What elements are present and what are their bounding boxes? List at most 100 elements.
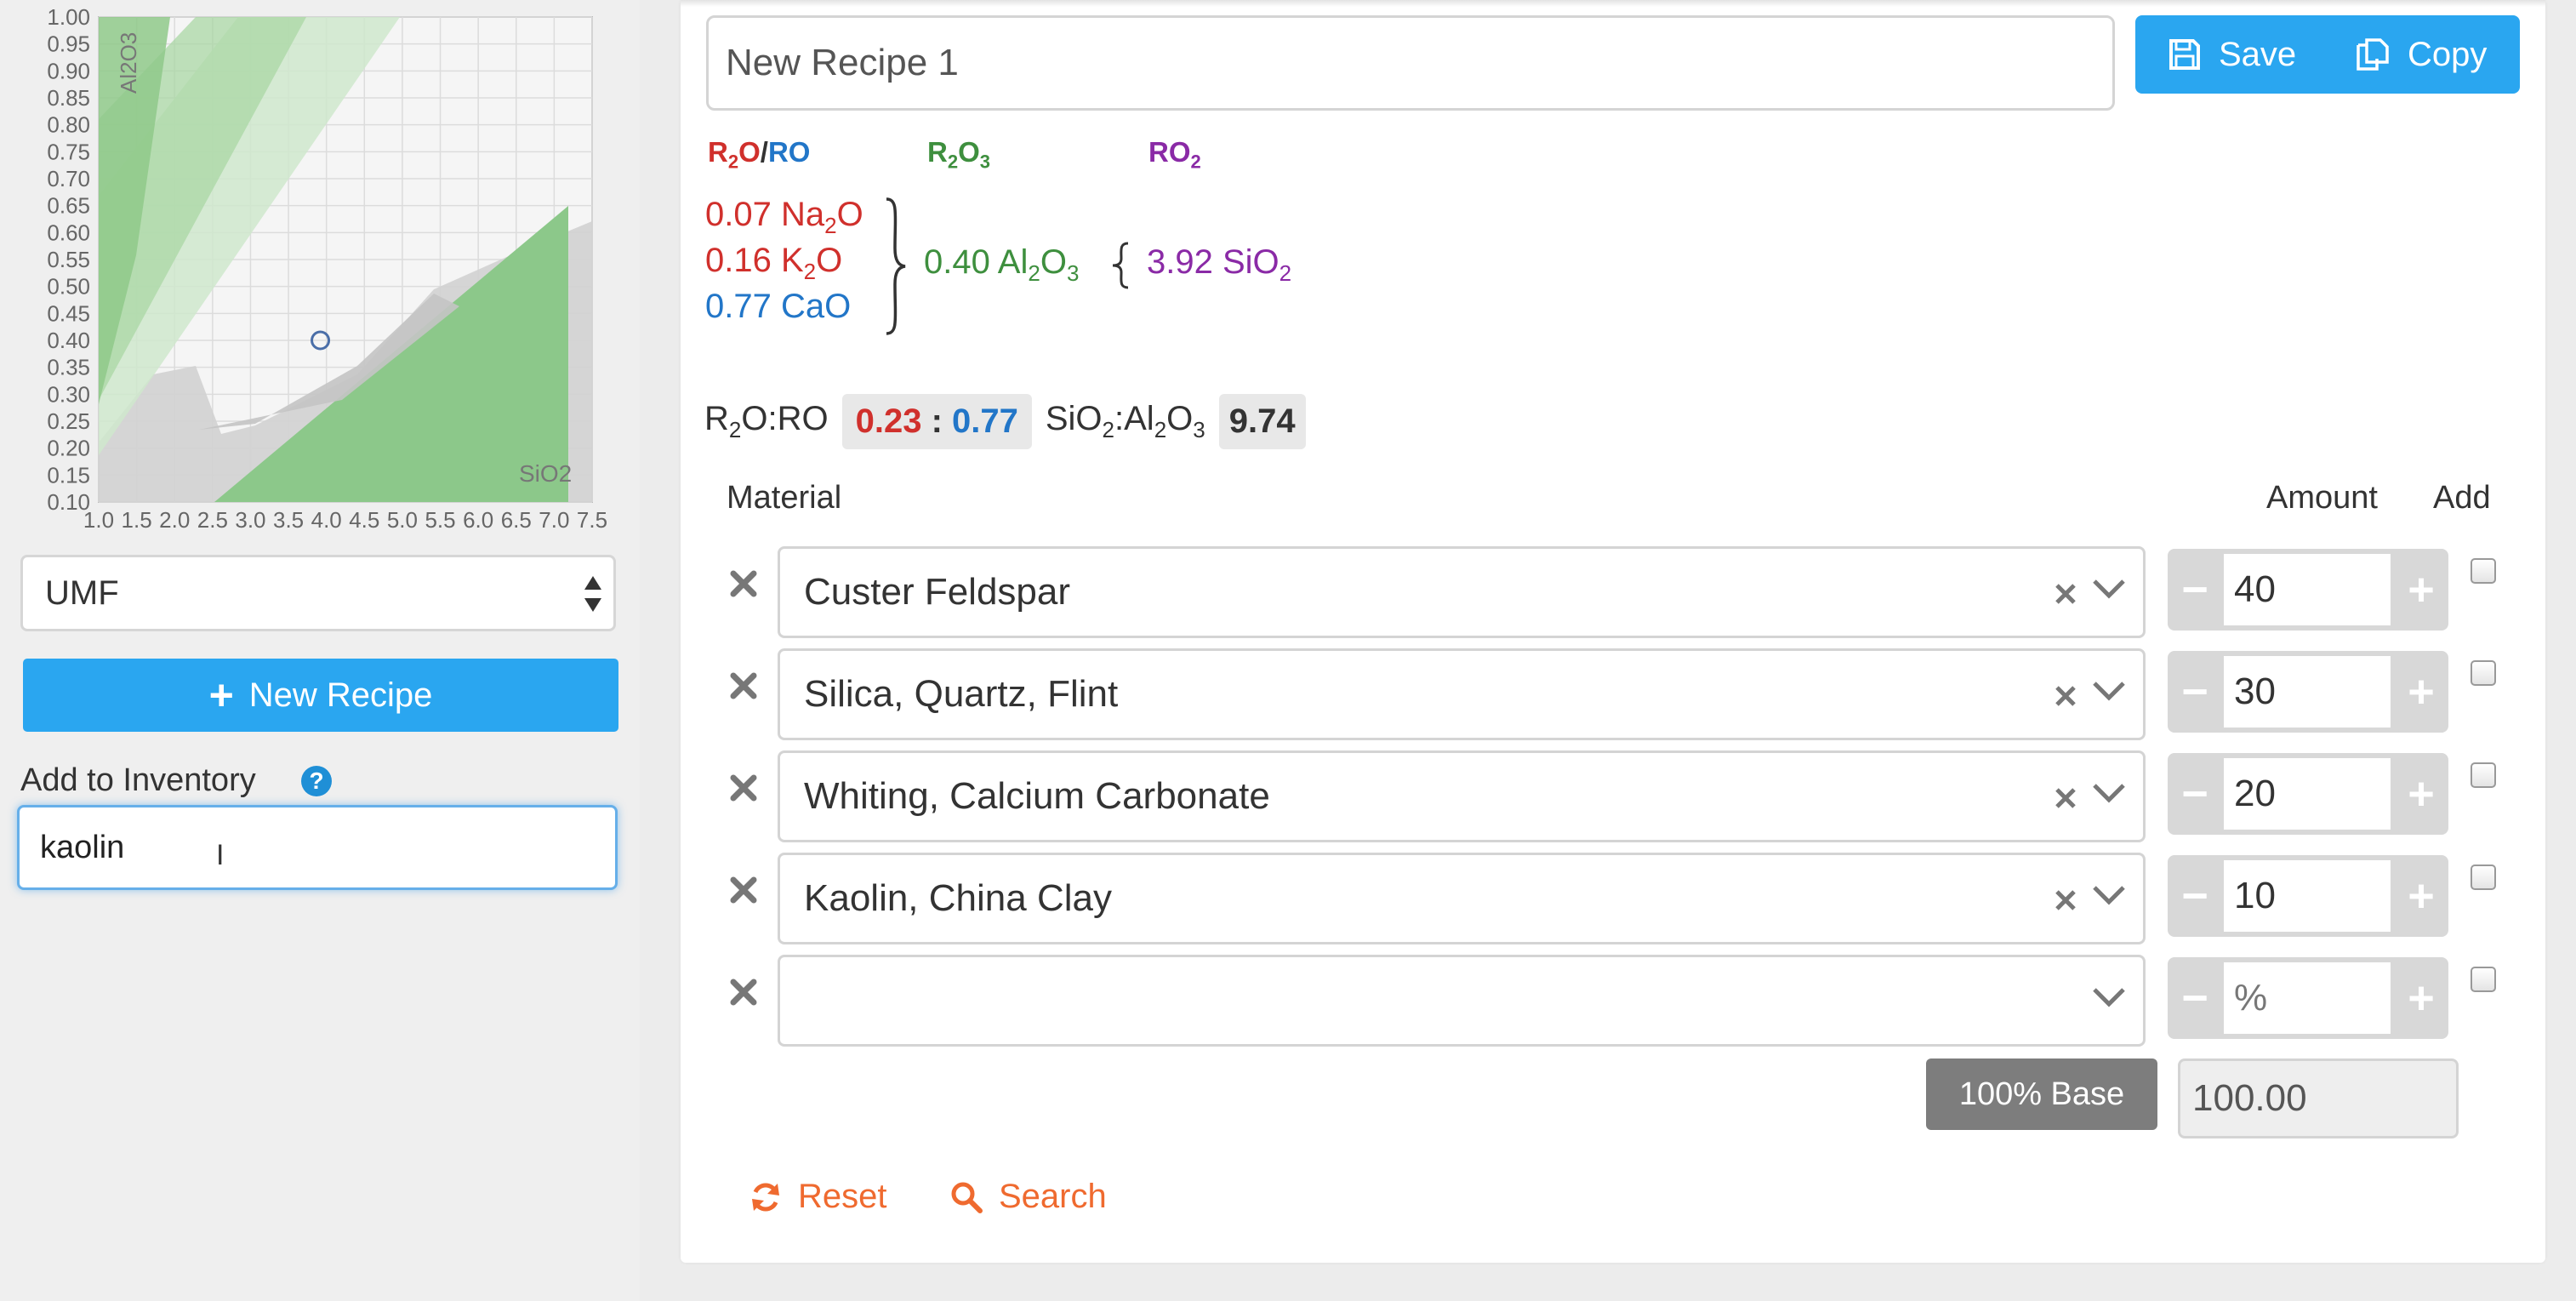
remove-row-icon[interactable] bbox=[728, 670, 759, 701]
chart-x-axis-label: SiO2 bbox=[519, 460, 572, 487]
chevron-down-icon[interactable] bbox=[2092, 986, 2126, 1008]
plus-button[interactable]: + bbox=[2394, 855, 2448, 937]
umf-header-ro2: RO2 bbox=[1148, 136, 1201, 173]
clear-icon[interactable] bbox=[2055, 889, 2077, 911]
minus-button[interactable]: − bbox=[2168, 855, 2222, 937]
material-value: Custer Feldspar bbox=[804, 571, 1071, 613]
copy-icon bbox=[2357, 38, 2389, 71]
minus-button[interactable]: − bbox=[2168, 651, 2222, 733]
mode-select[interactable]: UMF bbox=[20, 555, 616, 631]
search-icon bbox=[951, 1182, 983, 1213]
chevron-down-icon[interactable] bbox=[2092, 680, 2126, 702]
umf-header-r2o3: R2O3 bbox=[927, 136, 991, 173]
clear-icon[interactable] bbox=[2055, 583, 2077, 605]
select-arrows-icon bbox=[584, 576, 601, 612]
material-select[interactable]: Kaolin, China Clay bbox=[778, 853, 2146, 944]
add-checkbox[interactable] bbox=[2471, 864, 2496, 890]
copy-label: Copy bbox=[2408, 35, 2488, 73]
chart-y-tick-label: 0.35 bbox=[47, 355, 90, 380]
material-value: Whiting, Calcium Carbonate bbox=[804, 775, 1270, 817]
search-link[interactable]: Search bbox=[949, 1178, 1107, 1216]
amount-stepper: − % + bbox=[2168, 957, 2448, 1039]
add-column-header: Add bbox=[2433, 480, 2491, 516]
amount-stepper: − 20 + bbox=[2168, 753, 2448, 835]
add-checkbox[interactable] bbox=[2471, 762, 2496, 788]
r2o-ro-label: R2O:RO bbox=[704, 399, 829, 442]
plus-button[interactable]: + bbox=[2394, 651, 2448, 733]
clear-icon[interactable] bbox=[2055, 787, 2077, 809]
add-checkbox[interactable] bbox=[2471, 967, 2496, 992]
add-checkbox[interactable] bbox=[2471, 660, 2496, 686]
amount-input[interactable]: 40 bbox=[2224, 554, 2391, 625]
add-checkbox[interactable] bbox=[2471, 558, 2496, 584]
panel-top-shadow bbox=[681, 0, 2545, 7]
floppy-disk-icon bbox=[2169, 39, 2200, 70]
chevron-down-icon[interactable] bbox=[2092, 782, 2126, 804]
material-select[interactable]: Custer Feldspar bbox=[778, 546, 2146, 638]
chart-y-tick-label: 0.55 bbox=[47, 247, 90, 272]
chart-x-tick-label: 6.0 bbox=[463, 507, 493, 533]
material-value: Kaolin, China Clay bbox=[804, 877, 1112, 919]
new-recipe-label: New Recipe bbox=[248, 676, 433, 714]
amount-stepper: − 30 + bbox=[2168, 651, 2448, 733]
chart-x-tick-label: 4.5 bbox=[349, 507, 379, 533]
amount-input[interactable]: 20 bbox=[2224, 758, 2391, 830]
material-select[interactable] bbox=[778, 955, 2146, 1047]
material-select[interactable]: Whiting, Calcium Carbonate bbox=[778, 750, 2146, 842]
refresh-icon bbox=[752, 1183, 779, 1211]
mode-select-value: UMF bbox=[45, 574, 119, 612]
chart-y-tick-label: 0.85 bbox=[47, 85, 90, 111]
chart-x-tick-label: 4.0 bbox=[311, 507, 342, 533]
chart-y-tick-labels: 1.000.950.900.850.800.750.700.650.600.55… bbox=[47, 4, 90, 515]
remove-row-icon[interactable] bbox=[728, 977, 759, 1007]
chevron-down-icon[interactable] bbox=[2092, 578, 2126, 600]
material-value: Silica, Quartz, Flint bbox=[804, 673, 1119, 715]
close-brace-icon bbox=[886, 197, 906, 335]
save-button[interactable]: Save bbox=[2135, 15, 2350, 94]
remove-row-icon[interactable] bbox=[728, 568, 759, 599]
chart-y-tick-label: 0.40 bbox=[47, 328, 90, 353]
umf-k2o: 0.16 K2O bbox=[705, 242, 843, 284]
chart-y-tick-label: 0.75 bbox=[47, 139, 90, 164]
ratio-row: R2O:RO 0.23 : 0.77 SiO2:Al2O3 9.74 bbox=[704, 391, 1306, 451]
inventory-search-input[interactable]: kaolin bbox=[17, 805, 618, 890]
recipe-name-input[interactable]: New Recipe 1 bbox=[706, 15, 2115, 111]
help-icon[interactable]: ? bbox=[301, 766, 332, 796]
reset-link[interactable]: Reset bbox=[749, 1178, 887, 1216]
chart-y-tick-label: 0.95 bbox=[47, 31, 90, 57]
material-select[interactable]: Silica, Quartz, Flint bbox=[778, 648, 2146, 740]
amount-input[interactable]: 30 bbox=[2224, 656, 2391, 728]
amount-input[interactable]: 10 bbox=[2224, 860, 2391, 932]
amount-stepper: − 40 + bbox=[2168, 549, 2448, 631]
remove-row-icon[interactable] bbox=[728, 875, 759, 905]
amount-input[interactable]: % bbox=[2224, 962, 2391, 1034]
inventory-label: Add to Inventory bbox=[20, 762, 256, 798]
plus-button[interactable]: + bbox=[2394, 753, 2448, 835]
chart-y-tick-label: 0.25 bbox=[47, 408, 90, 434]
plus-button[interactable]: + bbox=[2394, 957, 2448, 1039]
text-cursor-icon: I bbox=[216, 839, 225, 871]
chart-y-tick-label: 0.30 bbox=[47, 381, 90, 407]
chevron-down-icon[interactable] bbox=[2092, 884, 2126, 906]
umf-na2o: 0.07 Na2O bbox=[705, 196, 863, 238]
new-recipe-button[interactable]: + New Recipe bbox=[23, 659, 618, 732]
base-total-field: 100.00 bbox=[2178, 1058, 2459, 1138]
sio2-al2o3-ratio: 9.74 bbox=[1218, 393, 1306, 449]
copy-button[interactable]: Copy bbox=[2350, 15, 2520, 94]
base-100-button[interactable]: 100% Base bbox=[1926, 1058, 2157, 1130]
minus-button[interactable]: − bbox=[2168, 957, 2222, 1039]
clear-icon[interactable] bbox=[2055, 685, 2077, 707]
plus-button[interactable]: + bbox=[2394, 549, 2448, 631]
amount-column-header: Amount bbox=[2266, 480, 2378, 516]
minus-button[interactable]: − bbox=[2168, 753, 2222, 835]
chart-y-tick-label: 0.45 bbox=[47, 300, 90, 326]
umf-cao: 0.77 CaO bbox=[705, 288, 852, 325]
sio2-al2o3-label: SiO2:Al2O3 bbox=[1045, 399, 1205, 442]
umf-sio2: 3.92 SiO2 bbox=[1147, 243, 1292, 286]
remove-row-icon[interactable] bbox=[728, 773, 759, 803]
chart-y-tick-label: 0.90 bbox=[47, 58, 90, 83]
plus-icon: + bbox=[208, 671, 234, 719]
recipe-name-value: New Recipe 1 bbox=[726, 42, 959, 83]
minus-button[interactable]: − bbox=[2168, 549, 2222, 631]
chart-y-axis-label: Al2O3 bbox=[116, 32, 141, 94]
